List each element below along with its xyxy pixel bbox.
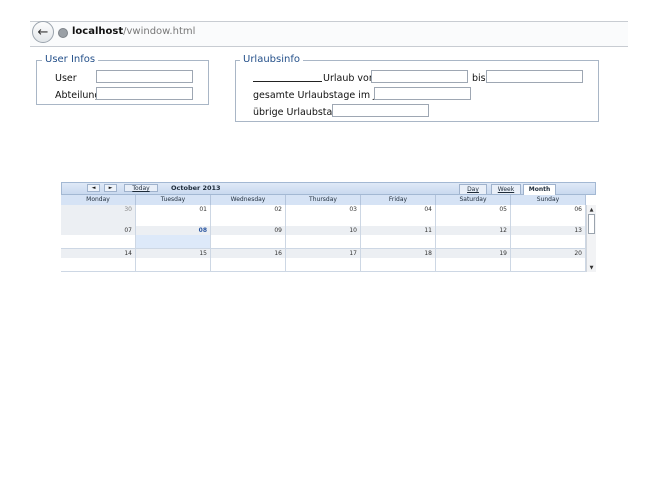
day-number: 03 — [349, 206, 357, 213]
scroll-thumb[interactable] — [588, 214, 595, 234]
weekday-header: Wednesday — [211, 195, 286, 205]
url-host: localhost — [72, 26, 124, 37]
weekday-header: Monday — [61, 195, 136, 205]
urlaub-vom-input[interactable] — [371, 70, 468, 83]
gesamte-urlaubstage-label: gesamte Urlaubstage im Jahr — [253, 90, 392, 101]
day-number: 30 — [124, 206, 132, 213]
abteilung-input[interactable] — [96, 87, 193, 100]
calendar-day-cell[interactable]: 30 — [61, 205, 136, 227]
uebrige-urlaubstage-input[interactable] — [332, 104, 429, 117]
calendar-day-cell[interactable]: 11 — [361, 226, 436, 249]
prev-month-button[interactable]: ◄ — [87, 184, 100, 192]
day-number: 01 — [199, 206, 207, 213]
back-arrow-icon: ← — [37, 24, 49, 40]
user-label: User — [55, 73, 77, 84]
weekday-header: Tuesday — [136, 195, 211, 205]
calendar-day-cell[interactable]: 09 — [211, 226, 286, 249]
day-number: 02 — [274, 206, 282, 213]
day-number: 11 — [424, 227, 432, 234]
bis-label: bis — [472, 73, 486, 84]
scroll-down-icon[interactable]: ▼ — [587, 265, 596, 271]
bis-input[interactable] — [486, 70, 583, 83]
calendar-day-cell[interactable]: 01 — [136, 205, 211, 227]
day-number: 17 — [349, 250, 357, 257]
day-number: 14 — [124, 250, 132, 257]
day-number: 05 — [499, 206, 507, 213]
next-month-button[interactable]: ► — [104, 184, 117, 192]
globe-icon — [58, 28, 68, 38]
day-number: 20 — [574, 250, 582, 257]
tab-week[interactable]: Week — [491, 184, 521, 194]
calendar-day-cell[interactable]: 18 — [361, 249, 436, 272]
day-number: 08 — [198, 227, 207, 234]
day-number: 19 — [499, 250, 507, 257]
calendar-day-cell[interactable]: 03 — [286, 205, 361, 227]
url-text[interactable]: localhost/vwindow.html — [72, 26, 195, 37]
day-number: 07 — [124, 227, 132, 234]
day-number: 04 — [424, 206, 432, 213]
urlaub-vom-label: Urlaub vom — [323, 73, 379, 84]
calendar-day-cell[interactable]: 06 — [511, 205, 586, 227]
month-calendar: ◄ ► Today October 2013 Day Week Month Mo… — [61, 182, 596, 272]
name-underline — [253, 71, 322, 82]
day-number: 15 — [199, 250, 207, 257]
weekday-header: Friday — [361, 195, 436, 205]
day-number: 13 — [574, 227, 582, 234]
day-number: 12 — [499, 227, 507, 234]
calendar-day-cell[interactable]: 05 — [436, 205, 511, 227]
calendar-day-cell[interactable]: 12 — [436, 226, 511, 249]
today-button[interactable]: Today — [124, 184, 158, 192]
scroll-up-icon[interactable]: ▲ — [587, 207, 596, 213]
user-input[interactable] — [96, 70, 193, 83]
calendar-day-cell[interactable]: 16 — [211, 249, 286, 272]
back-button[interactable]: ← — [32, 21, 54, 43]
calendar-day-cell[interactable]: 07 — [61, 226, 136, 249]
day-number: 16 — [274, 250, 282, 257]
day-number: 09 — [274, 227, 282, 234]
weekday-header: Sunday — [511, 195, 586, 205]
calendar-day-cell[interactable]: 17 — [286, 249, 361, 272]
tab-day[interactable]: Day — [459, 184, 487, 194]
calendar-day-cell[interactable]: 20 — [511, 249, 586, 272]
uebrige-urlaubstage-label: übrige Urlaubstage — [253, 107, 345, 118]
gesamte-urlaubstage-input[interactable] — [374, 87, 471, 100]
day-number: 10 — [349, 227, 357, 234]
calendar-day-cell[interactable]: 10 — [286, 226, 361, 249]
calendar-day-cell[interactable]: 04 — [361, 205, 436, 227]
abteilung-label: Abteilung — [55, 90, 101, 101]
calendar-day-cell[interactable]: 02 — [211, 205, 286, 227]
calendar-day-cell[interactable]: 15 — [136, 249, 211, 272]
calendar-day-cell[interactable]: 14 — [61, 249, 136, 272]
day-number: 06 — [574, 206, 582, 213]
weekday-header: Saturday — [436, 195, 511, 205]
tab-month[interactable]: Month — [523, 184, 556, 195]
weekday-header: Thursday — [286, 195, 361, 205]
user-infos-legend: User Infos — [42, 54, 99, 65]
url-path: /vwindow.html — [123, 26, 196, 37]
day-number: 18 — [424, 250, 432, 257]
calendar-title: October 2013 — [171, 184, 221, 192]
calendar-scrollbar[interactable]: ▲ ▼ — [586, 205, 596, 272]
urlaubsinfo-legend: Urlaubsinfo — [240, 54, 303, 65]
calendar-day-cell[interactable]: 08 — [136, 226, 211, 249]
calendar-day-cell[interactable]: 13 — [511, 226, 586, 249]
calendar-day-cell[interactable]: 19 — [436, 249, 511, 272]
